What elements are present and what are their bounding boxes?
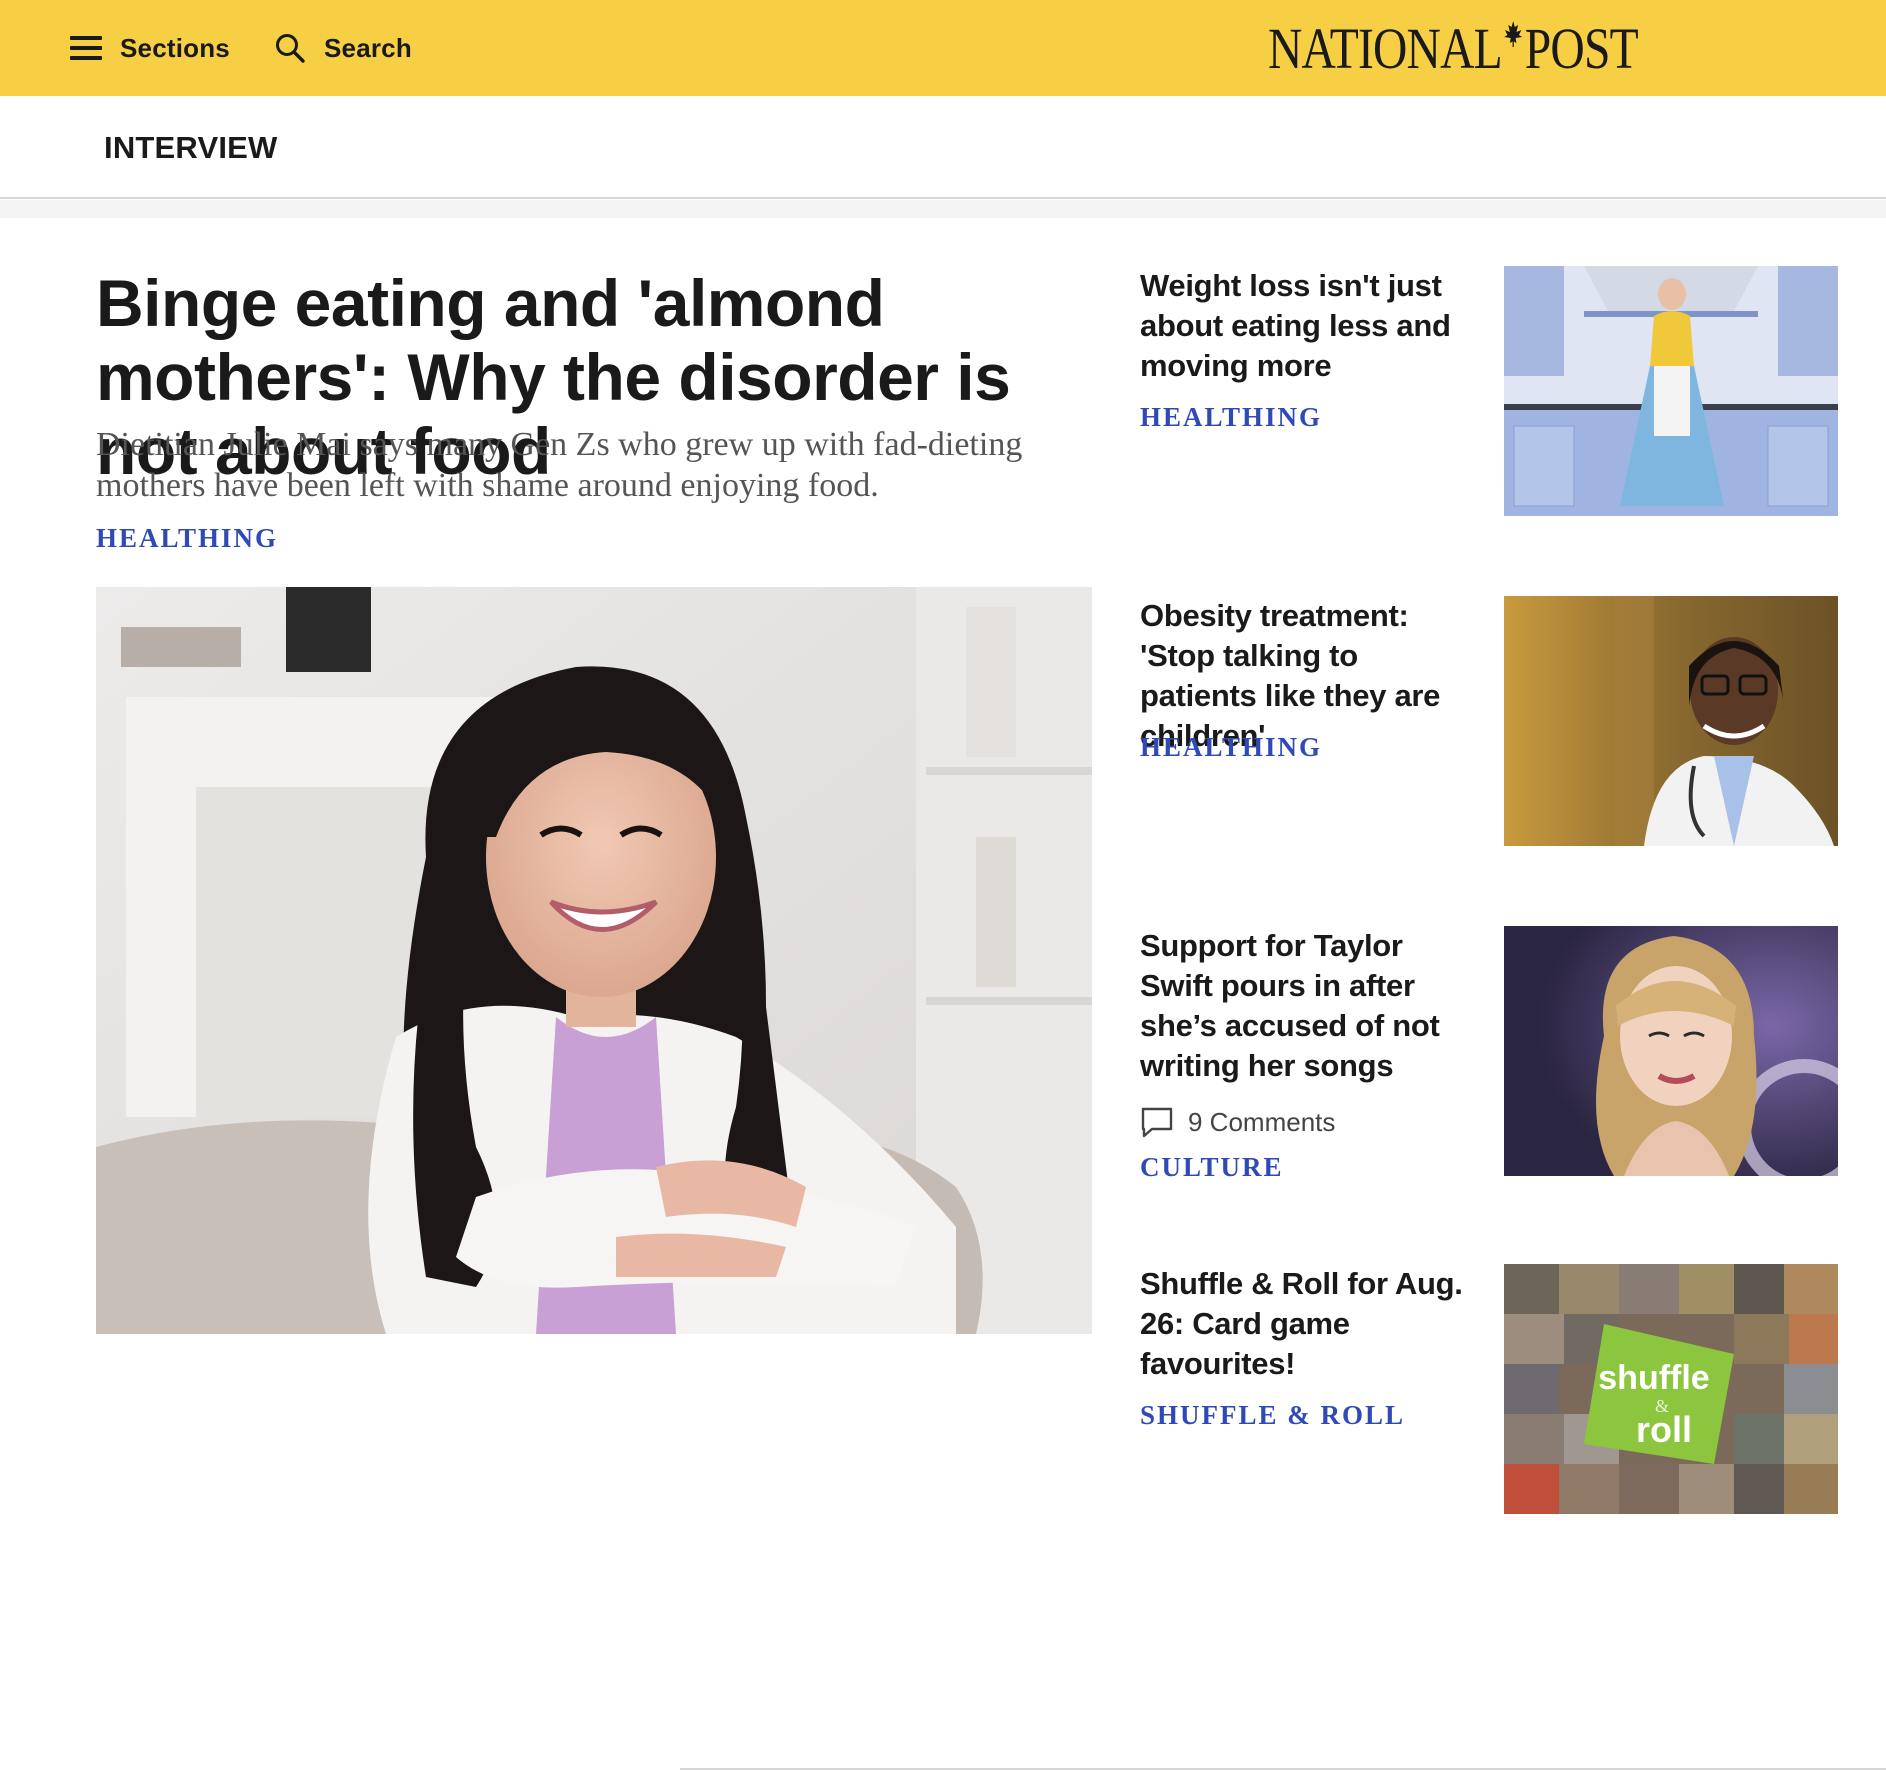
shuffle-logo-text: shuffle xyxy=(1598,1359,1709,1397)
sidebar-article-category-tag[interactable]: CULTURE xyxy=(1140,1152,1284,1183)
sidebar-article-category-tag[interactable]: SHUFFLE & ROLL xyxy=(1140,1400,1405,1431)
main-article-category-tag[interactable]: HEALTHING xyxy=(96,523,278,554)
sidebar-article-headline[interactable]: Shuffle & Roll for Aug. 26: Card game fa… xyxy=(1140,1264,1480,1384)
logo-text-national: NATIONAL xyxy=(1268,15,1503,81)
comments-count: 9 Comments xyxy=(1188,1106,1336,1137)
comments-link[interactable]: 9 Comments xyxy=(1140,1106,1335,1138)
top-navigation-bar: Sections Search NATIONAL POST xyxy=(0,0,1886,96)
hamburger-menu-icon xyxy=(70,36,102,60)
main-article-image[interactable] xyxy=(96,587,1092,1334)
main-article-summary: Dietitian Julie Mai says many Gen Zs who… xyxy=(96,426,1023,504)
sidebar-article-2[interactable]: Obesity treatment: 'Stop talking to pati… xyxy=(1140,596,1840,846)
sidebar-article-thumbnail[interactable] xyxy=(1504,266,1838,516)
sidebar-article-thumbnail[interactable] xyxy=(1504,926,1838,1176)
section-subheader: INTERVIEW xyxy=(0,96,1886,199)
section-title: INTERVIEW xyxy=(104,130,278,165)
sidebar-article-headline[interactable]: Weight loss isn't just about eating less… xyxy=(1140,266,1480,386)
sidebar-article-category-tag[interactable]: HEALTHING xyxy=(1140,402,1322,433)
sidebar-article-headline[interactable]: Support for Taylor Swift pours in after … xyxy=(1140,926,1480,1086)
sections-label: Sections xyxy=(120,32,230,63)
search-icon xyxy=(276,34,305,63)
sidebar-article-thumbnail[interactable] xyxy=(1504,596,1838,846)
roll-logo-text: roll xyxy=(1636,1409,1692,1450)
national-post-logo[interactable]: NATIONAL POST xyxy=(1268,14,1639,82)
search-button[interactable]: Search xyxy=(274,0,412,96)
sidebar-article-4[interactable]: Shuffle & Roll for Aug. 26: Card game fa… xyxy=(1140,1264,1840,1514)
search-label: Search xyxy=(324,32,412,63)
sidebar-article-3[interactable]: Support for Taylor Swift pours in after … xyxy=(1140,926,1840,1246)
sidebar-article-category-tag[interactable]: HEALTHING xyxy=(1140,732,1322,763)
sections-menu-button[interactable]: Sections xyxy=(70,0,230,96)
logo-text-post: POST xyxy=(1524,15,1639,81)
divider-strip xyxy=(0,200,1886,218)
sidebar-article-thumbnail[interactable]: shuffle & roll xyxy=(1504,1264,1838,1514)
maple-leaf-icon xyxy=(1504,21,1523,47)
sidebar-article-1[interactable]: Weight loss isn't just about eating less… xyxy=(1140,266,1840,516)
comment-bubble-icon xyxy=(1141,1107,1173,1138)
